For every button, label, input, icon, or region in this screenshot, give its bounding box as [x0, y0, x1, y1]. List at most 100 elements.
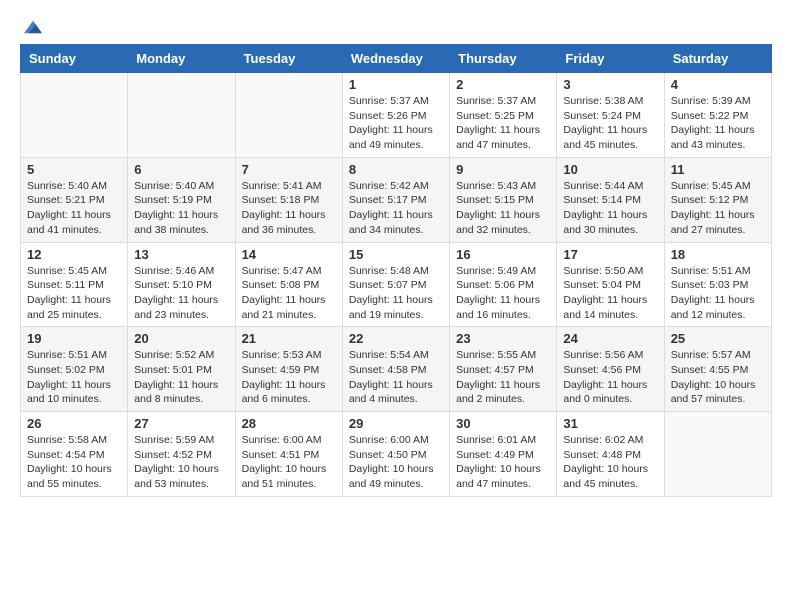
- calendar-cell: 22 Sunrise: 5:54 AM Sunset: 4:58 PM Dayli…: [342, 327, 449, 412]
- day-number: 3: [563, 77, 657, 92]
- calendar-cell: [664, 412, 771, 497]
- calendar-cell: 14 Sunrise: 5:47 AM Sunset: 5:08 PM Dayli…: [235, 242, 342, 327]
- calendar-cell: 15 Sunrise: 5:48 AM Sunset: 5:07 PM Dayli…: [342, 242, 449, 327]
- weekday-header: Wednesday: [342, 45, 449, 73]
- calendar-cell: 3Sunrise: 5:38 AM Sunset: 5:24 PM Daylig…: [557, 73, 664, 158]
- page-header: [20, 20, 772, 34]
- day-info: Sunrise: 5:42 AM Sunset: 5:17 PM Dayligh…: [349, 180, 433, 236]
- day-number: 26: [27, 416, 121, 431]
- calendar-cell: 1 Sunrise: 5:37 AM Sunset: 5:26 PM Daylig…: [342, 73, 449, 158]
- day-number: 11: [671, 162, 765, 177]
- day-info: Sunrise: 5:51 AM Sunset: 5:03 PM Dayligh…: [671, 265, 755, 321]
- day-number: 1: [349, 77, 443, 92]
- day-number: 10: [563, 162, 657, 177]
- day-info: Sunrise: 5:48 AM Sunset: 5:07 PM Dayligh…: [349, 265, 433, 321]
- calendar-cell: 30Sunrise: 6:01 AM Sunset: 4:49 PM Dayli…: [450, 412, 557, 497]
- calendar-cell: 19Sunrise: 5:51 AM Sunset: 5:02 PM Dayli…: [21, 327, 128, 412]
- calendar-cell: 13 Sunrise: 5:46 AM Sunset: 5:10 PM Dayli…: [128, 242, 235, 327]
- calendar-cell: [235, 73, 342, 158]
- calendar-cell: 23 Sunrise: 5:55 AM Sunset: 4:57 PM Dayli…: [450, 327, 557, 412]
- calendar-cell: 11 Sunrise: 5:45 AM Sunset: 5:12 PM Dayli…: [664, 157, 771, 242]
- day-number: 22: [349, 331, 443, 346]
- day-info: Sunrise: 5:55 AM Sunset: 4:57 PM Dayligh…: [456, 349, 540, 405]
- day-info: Sunrise: 5:53 AM Sunset: 4:59 PM Dayligh…: [242, 349, 326, 405]
- day-number: 2: [456, 77, 550, 92]
- calendar-cell: [128, 73, 235, 158]
- calendar-week-row: 5Sunrise: 5:40 AM Sunset: 5:21 PM Daylig…: [21, 157, 772, 242]
- day-number: 25: [671, 331, 765, 346]
- weekday-header: Saturday: [664, 45, 771, 73]
- day-info: Sunrise: 5:39 AM Sunset: 5:22 PM Dayligh…: [671, 95, 755, 151]
- day-info: Sunrise: 5:41 AM Sunset: 5:18 PM Dayligh…: [242, 180, 326, 236]
- calendar-week-row: 26 Sunrise: 5:58 AM Sunset: 4:54 PM Dayli…: [21, 412, 772, 497]
- calendar-week-row: 12Sunrise: 5:45 AM Sunset: 5:11 PM Dayli…: [21, 242, 772, 327]
- day-info: Sunrise: 5:58 AM Sunset: 4:54 PM Dayligh…: [27, 434, 112, 490]
- day-info: Sunrise: 5:59 AM Sunset: 4:52 PM Dayligh…: [134, 434, 219, 490]
- logo: [20, 20, 42, 34]
- calendar-table: SundayMondayTuesdayWednesdayThursdayFrid…: [20, 44, 772, 497]
- day-info: Sunrise: 5:37 AM Sunset: 5:26 PM Dayligh…: [349, 95, 433, 151]
- day-number: 30: [456, 416, 550, 431]
- calendar-cell: 24 Sunrise: 5:56 AM Sunset: 4:56 PM Dayli…: [557, 327, 664, 412]
- calendar-header-row: SundayMondayTuesdayWednesdayThursdayFrid…: [21, 45, 772, 73]
- day-number: 20: [134, 331, 228, 346]
- calendar-cell: 8 Sunrise: 5:42 AM Sunset: 5:17 PM Daylig…: [342, 157, 449, 242]
- day-number: 24: [563, 331, 657, 346]
- day-info: Sunrise: 5:45 AM Sunset: 5:11 PM Dayligh…: [27, 265, 111, 321]
- calendar-cell: 17Sunrise: 5:50 AM Sunset: 5:04 PM Dayli…: [557, 242, 664, 327]
- day-info: Sunrise: 6:00 AM Sunset: 4:50 PM Dayligh…: [349, 434, 434, 490]
- day-info: Sunrise: 5:40 AM Sunset: 5:19 PM Dayligh…: [134, 180, 218, 236]
- day-info: Sunrise: 5:40 AM Sunset: 5:21 PM Dayligh…: [27, 180, 111, 236]
- calendar-cell: 18 Sunrise: 5:51 AM Sunset: 5:03 PM Dayli…: [664, 242, 771, 327]
- day-number: 9: [456, 162, 550, 177]
- day-number: 7: [242, 162, 336, 177]
- day-info: Sunrise: 5:54 AM Sunset: 4:58 PM Dayligh…: [349, 349, 433, 405]
- day-info: Sunrise: 5:51 AM Sunset: 5:02 PM Dayligh…: [27, 349, 111, 405]
- calendar-cell: 31 Sunrise: 6:02 AM Sunset: 4:48 PM Dayli…: [557, 412, 664, 497]
- weekday-header: Thursday: [450, 45, 557, 73]
- calendar-cell: 5Sunrise: 5:40 AM Sunset: 5:21 PM Daylig…: [21, 157, 128, 242]
- calendar-cell: 2 Sunrise: 5:37 AM Sunset: 5:25 PM Daylig…: [450, 73, 557, 158]
- day-number: 8: [349, 162, 443, 177]
- day-info: Sunrise: 6:02 AM Sunset: 4:48 PM Dayligh…: [563, 434, 648, 490]
- weekday-header: Sunday: [21, 45, 128, 73]
- day-number: 6: [134, 162, 228, 177]
- calendar-cell: 26 Sunrise: 5:58 AM Sunset: 4:54 PM Dayli…: [21, 412, 128, 497]
- calendar-cell: 7 Sunrise: 5:41 AM Sunset: 5:18 PM Daylig…: [235, 157, 342, 242]
- day-info: Sunrise: 5:50 AM Sunset: 5:04 PM Dayligh…: [563, 265, 647, 321]
- calendar-cell: 20 Sunrise: 5:52 AM Sunset: 5:01 PM Dayli…: [128, 327, 235, 412]
- calendar-cell: [21, 73, 128, 158]
- day-number: 16: [456, 247, 550, 262]
- day-number: 31: [563, 416, 657, 431]
- calendar-cell: 27 Sunrise: 5:59 AM Sunset: 4:52 PM Dayli…: [128, 412, 235, 497]
- day-info: Sunrise: 5:56 AM Sunset: 4:56 PM Dayligh…: [563, 349, 647, 405]
- calendar-cell: 16 Sunrise: 5:49 AM Sunset: 5:06 PM Dayli…: [450, 242, 557, 327]
- day-number: 23: [456, 331, 550, 346]
- calendar-cell: 6 Sunrise: 5:40 AM Sunset: 5:19 PM Daylig…: [128, 157, 235, 242]
- calendar-cell: 28Sunrise: 6:00 AM Sunset: 4:51 PM Dayli…: [235, 412, 342, 497]
- calendar-week-row: 19Sunrise: 5:51 AM Sunset: 5:02 PM Dayli…: [21, 327, 772, 412]
- calendar-cell: 12Sunrise: 5:45 AM Sunset: 5:11 PM Dayli…: [21, 242, 128, 327]
- day-number: 29: [349, 416, 443, 431]
- day-number: 27: [134, 416, 228, 431]
- calendar-cell: 4 Sunrise: 5:39 AM Sunset: 5:22 PM Daylig…: [664, 73, 771, 158]
- day-number: 28: [242, 416, 336, 431]
- calendar-cell: 9 Sunrise: 5:43 AM Sunset: 5:15 PM Daylig…: [450, 157, 557, 242]
- day-info: Sunrise: 5:37 AM Sunset: 5:25 PM Dayligh…: [456, 95, 540, 151]
- day-info: Sunrise: 5:47 AM Sunset: 5:08 PM Dayligh…: [242, 265, 326, 321]
- day-info: Sunrise: 5:57 AM Sunset: 4:55 PM Dayligh…: [671, 349, 756, 405]
- day-info: Sunrise: 5:49 AM Sunset: 5:06 PM Dayligh…: [456, 265, 540, 321]
- day-number: 14: [242, 247, 336, 262]
- day-number: 18: [671, 247, 765, 262]
- day-info: Sunrise: 5:43 AM Sunset: 5:15 PM Dayligh…: [456, 180, 540, 236]
- day-number: 13: [134, 247, 228, 262]
- day-info: Sunrise: 5:45 AM Sunset: 5:12 PM Dayligh…: [671, 180, 755, 236]
- day-info: Sunrise: 5:44 AM Sunset: 5:14 PM Dayligh…: [563, 180, 647, 236]
- weekday-header: Tuesday: [235, 45, 342, 73]
- calendar-week-row: 1 Sunrise: 5:37 AM Sunset: 5:26 PM Daylig…: [21, 73, 772, 158]
- day-info: Sunrise: 5:46 AM Sunset: 5:10 PM Dayligh…: [134, 265, 218, 321]
- calendar-cell: 25 Sunrise: 5:57 AM Sunset: 4:55 PM Dayli…: [664, 327, 771, 412]
- day-number: 4: [671, 77, 765, 92]
- day-info: Sunrise: 5:52 AM Sunset: 5:01 PM Dayligh…: [134, 349, 218, 405]
- day-number: 15: [349, 247, 443, 262]
